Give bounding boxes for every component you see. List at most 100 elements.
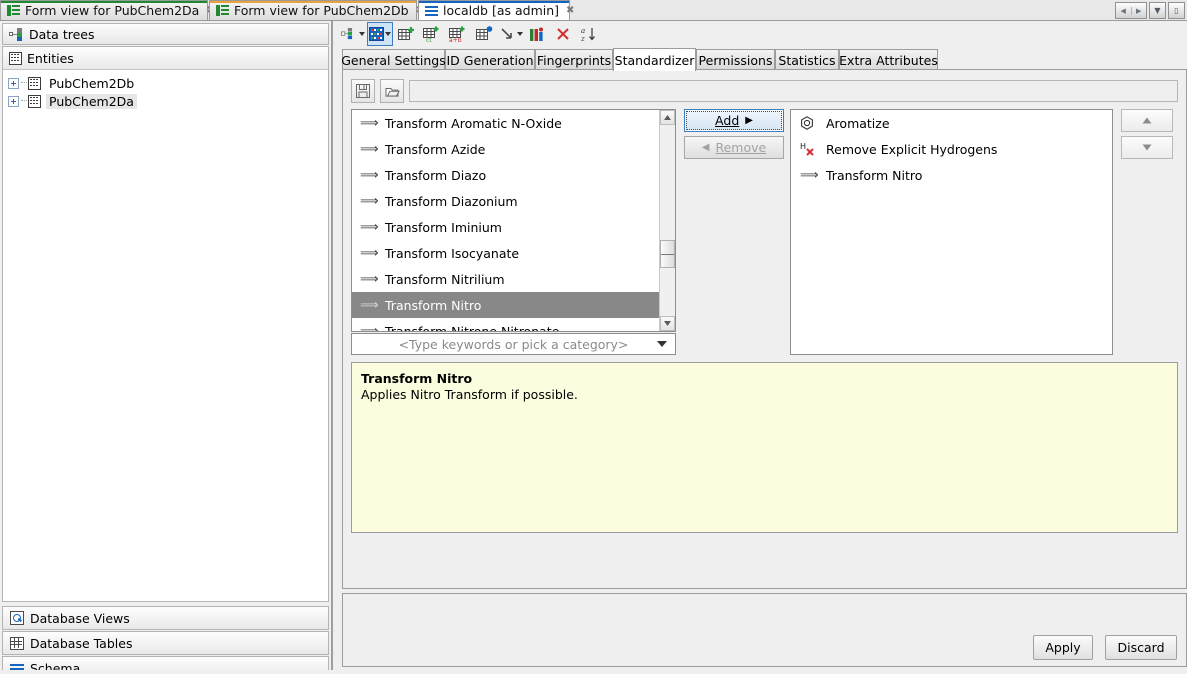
move-up-button[interactable] (1121, 109, 1173, 132)
entities-label: Entities (27, 51, 74, 66)
tab-nav-buttons[interactable]: ◀ ▶ (1115, 2, 1147, 19)
sort-az-icon[interactable]: a z (577, 23, 601, 45)
remove-button[interactable]: ◀ Remove (684, 136, 784, 159)
new-tree-icon[interactable] (341, 23, 365, 45)
tab-form-view-pubchem2da[interactable]: Form view for PubChem2Da ✖ (0, 0, 208, 20)
tab-form-view-pubchem2db[interactable]: Form view for PubChem2Db ✖ (209, 0, 417, 20)
tab-label: Permissions (699, 53, 773, 68)
tab-statistics[interactable]: Statistics (775, 49, 839, 70)
chart-bars-icon[interactable] (525, 23, 549, 45)
tab-label: General Settings (341, 53, 446, 68)
standardizer-search-input[interactable] (409, 80, 1178, 102)
table-grid-icon[interactable] (367, 22, 393, 46)
relation-arrow-icon[interactable] (499, 23, 523, 45)
chevron-down-icon[interactable] (517, 32, 523, 36)
arrow-up-icon (1142, 117, 1152, 124)
footer-panel: Apply Discard (342, 593, 1187, 667)
open-folder-icon[interactable] (380, 79, 404, 103)
tree-node-pubchem2db[interactable]: PubChem2Db (3, 74, 328, 92)
table-properties-icon[interactable] (473, 23, 497, 45)
data-trees-header[interactable]: Data trees (2, 23, 329, 45)
list-item[interactable]: Aromatize (791, 110, 1112, 136)
standardizer-toolbar (351, 79, 1178, 103)
scrollbar-thumb[interactable] (660, 240, 675, 268)
tab-localdb-as-admin[interactable]: localdb [as admin] ✖ (418, 0, 570, 20)
sidebar-item-database-views[interactable]: Database Views (2, 606, 329, 630)
entities-grid-icon (9, 52, 22, 65)
main-tab-bar: Form view for PubChem2Da ✖ Form view for… (0, 0, 1187, 21)
transform-arrow-icon: ⟹ (360, 169, 378, 182)
chevron-down-icon[interactable] (657, 341, 667, 347)
svg-text:a+b: a+b (449, 37, 462, 42)
tab-id-generation[interactable]: ID Generation (445, 49, 535, 70)
list-item[interactable]: ⟹ Transform Nitro (791, 162, 1112, 188)
list-item-label: Transform Isocyanate (385, 246, 519, 261)
database-icon (425, 5, 438, 16)
status-bar (0, 670, 1187, 674)
list-item-selected[interactable]: ⟹ Transform Nitro (352, 292, 675, 318)
tab-label: Statistics (778, 53, 835, 68)
arrow-left-icon: ◀ (702, 142, 710, 153)
tab-label: Fingerprints (537, 53, 611, 68)
add-table-ct-icon[interactable]: ct (421, 23, 445, 45)
scroll-down-icon[interactable] (660, 316, 675, 331)
chevron-down-icon[interactable] (385, 32, 391, 36)
save-disk-icon[interactable] (351, 79, 375, 103)
available-actions-list[interactable]: ⟹ Transform Aromatic N-Oxide ⟹ Transform… (351, 109, 676, 332)
list-item[interactable]: ⟹ Transform Isocyanate (352, 240, 675, 266)
tab-label: Extra Attributes (839, 53, 938, 68)
selected-actions-list[interactable]: Aromatize H Remove Explicit Hydrogens ⟹ … (790, 109, 1113, 355)
entities-tree: Entities PubChem2Db (2, 46, 329, 602)
database-views-icon (10, 611, 24, 625)
discard-button[interactable]: Discard (1105, 635, 1177, 660)
main-content-area: ct a+b (335, 21, 1187, 674)
list-item[interactable]: ⟹ Transform Diazonium (352, 188, 675, 214)
move-down-button[interactable] (1121, 136, 1173, 159)
expand-icon[interactable] (8, 96, 19, 107)
close-icon[interactable]: ✖ (566, 6, 574, 16)
list-item[interactable]: ⟹ Transform Aromatic N-Oxide (352, 110, 675, 136)
transform-arrow-icon: ⟹ (360, 143, 378, 156)
svg-text:z: z (581, 35, 585, 42)
transform-arrow-icon: ⟹ (360, 221, 378, 234)
add-button[interactable]: Add ▶ (684, 109, 784, 132)
tab-permissions[interactable]: Permissions (696, 49, 775, 70)
expand-icon[interactable] (8, 78, 19, 89)
scroll-up-icon[interactable] (660, 110, 675, 125)
nav-back-icon[interactable]: ◀ (1116, 7, 1132, 15)
tree-node-pubchem2da[interactable]: PubChem2Da (3, 92, 328, 110)
form-view-icon (216, 5, 229, 16)
tab-label: localdb [as admin] (443, 3, 559, 18)
tab-fingerprints[interactable]: Fingerprints (535, 49, 613, 70)
tab-extra-attributes[interactable]: Extra Attributes (839, 49, 938, 70)
add-table-icon[interactable] (395, 23, 419, 45)
restore-window-icon[interactable]: ▯ (1168, 2, 1185, 19)
available-list-scrollbar[interactable] (659, 110, 675, 331)
list-item-label: Transform Iminium (385, 220, 502, 235)
add-table-ab-icon[interactable]: a+b (447, 23, 471, 45)
description-panel: Transform Nitro Applies Nitro Transform … (351, 362, 1178, 533)
delete-x-icon[interactable] (551, 23, 575, 45)
list-item[interactable]: ⟹ Transform Nitrone Nitronate (352, 318, 675, 332)
list-item[interactable]: ⟹ Transform Azide (352, 136, 675, 162)
standardizer-panel: ⟹ Transform Aromatic N-Oxide ⟹ Transform… (342, 69, 1187, 589)
apply-button[interactable]: Apply (1033, 635, 1093, 660)
sidebar-item-label: Database Tables (30, 636, 132, 651)
list-item[interactable]: ⟹ Transform Iminium (352, 214, 675, 240)
svg-text:ct: ct (426, 37, 432, 42)
data-trees-label: Data trees (29, 27, 94, 42)
list-item[interactable]: ⟹ Transform Diazo (352, 162, 675, 188)
tab-standardizer[interactable]: Standardizer (613, 48, 696, 71)
apply-button-label: Apply (1045, 640, 1080, 655)
entity-grid-icon (28, 95, 41, 108)
list-item[interactable]: H Remove Explicit Hydrogens (791, 136, 1112, 162)
tab-list-dropdown-icon[interactable]: ▼ (1149, 2, 1166, 19)
left-sidebar-sections: Database Views Database Tables Schema (2, 606, 329, 674)
category-combo[interactable]: <Type keywords or pick a category> (351, 333, 676, 355)
tab-general-settings[interactable]: General Settings (342, 49, 445, 70)
list-item[interactable]: ⟹ Transform Nitrilium (352, 266, 675, 292)
sidebar-item-database-tables[interactable]: Database Tables (2, 631, 329, 655)
chevron-down-icon[interactable] (359, 32, 365, 36)
tab-label: Form view for PubChem2Db (234, 3, 409, 18)
nav-forward-icon[interactable]: ▶ (1132, 7, 1147, 15)
